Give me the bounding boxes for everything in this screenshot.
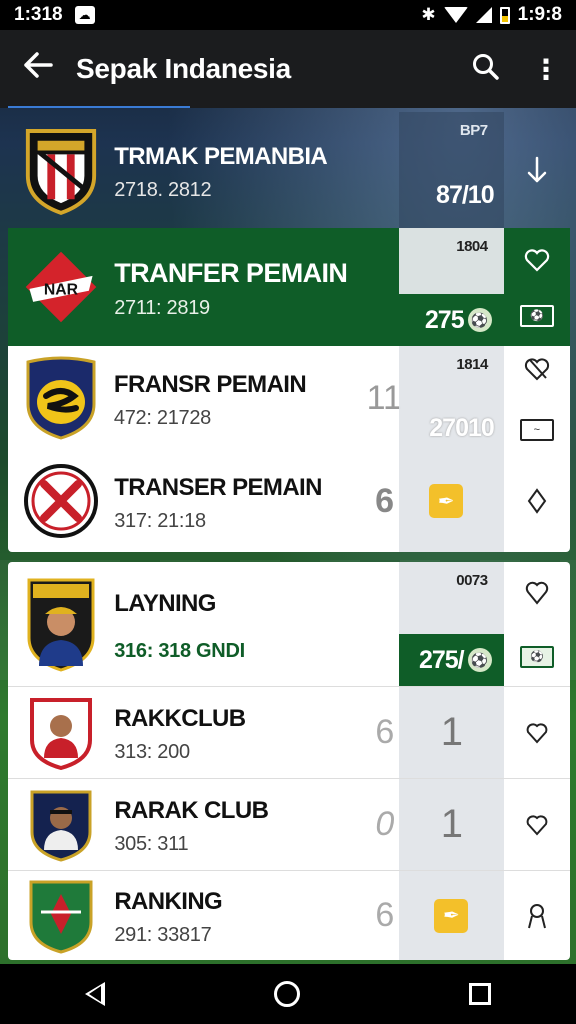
diamond-icon[interactable] xyxy=(504,450,570,552)
row-title: RARAK CLUB xyxy=(114,797,269,824)
row-small-value: 0073 xyxy=(456,572,488,589)
list-card: FRANSR PEMAIN 472: 21728 11 1814 27010 ~ xyxy=(8,346,570,552)
row-title: RAKKCLUB xyxy=(114,705,246,732)
row-rank xyxy=(370,112,398,228)
row-value: 275/ xyxy=(418,645,465,674)
heart-icon[interactable] xyxy=(504,687,570,778)
row-small-value: 1804 xyxy=(456,238,488,255)
row-title: RANKING xyxy=(114,888,223,915)
heart-icon[interactable] xyxy=(524,248,550,279)
row-title: TRANSER PEMAIN xyxy=(114,473,322,501)
status-clock: 1:9:8 xyxy=(517,4,562,25)
row-value: 87/10 xyxy=(436,180,495,209)
row-subtitle: 317: 21:18 xyxy=(114,509,206,532)
list-item[interactable]: LAYNING 316: 318 GNDI 0073 275/ ⚽ ⚽ xyxy=(8,562,570,686)
pitch-icon[interactable]: ⚽ xyxy=(519,304,554,327)
row-rank: 11 xyxy=(366,378,402,417)
row-rank: 0 xyxy=(375,805,395,843)
svg-text:NAR: NAR xyxy=(44,281,79,298)
yellow-card-icon: ✒ xyxy=(429,484,464,518)
list-item[interactable]: NAR TRANFER PEMAIN 2711: 2819 1804 275 ⚽… xyxy=(8,228,570,346)
row-subtitle: 472: 21728 xyxy=(113,406,212,429)
tab-indicator xyxy=(8,106,190,108)
row-title: TRANFER PEMAIN xyxy=(114,258,348,288)
list-item[interactable]: RARAK CLUB 305: 311 0 1 xyxy=(8,778,570,870)
wifi-icon xyxy=(443,7,468,23)
heart-icon[interactable] xyxy=(525,581,549,612)
list-item[interactable]: TRMAK PEMANBIA 2718. 2812 BP7 87/10 xyxy=(8,112,570,228)
row-rank: 6 xyxy=(375,481,394,520)
status-time: 1:318 xyxy=(14,4,63,25)
navigation-bar xyxy=(0,964,576,1024)
row-small-value: BP7 xyxy=(459,122,488,139)
row-subtitle: 291: 33817 xyxy=(114,924,212,946)
row-rank xyxy=(370,228,398,346)
player-badge-icon xyxy=(22,578,100,672)
search-icon[interactable] xyxy=(456,53,516,86)
player-badge-icon xyxy=(22,786,100,864)
app-bar: Sepak Indanesia ⋮ xyxy=(0,30,576,108)
row-value: 27010 xyxy=(429,413,495,442)
row-title: FRANSR PEMAIN xyxy=(113,370,307,398)
club-logo-icon xyxy=(22,877,100,955)
row-rank xyxy=(370,562,398,686)
row-small-value: 1814 xyxy=(456,356,488,373)
soccer-ball-icon: ⚽ xyxy=(467,648,492,672)
row-rank: 6 xyxy=(375,896,395,934)
row-subtitle: 313: 200 xyxy=(114,741,190,763)
row-value: 1 xyxy=(440,710,463,754)
list-item[interactable]: RANKING 291: 33817 6 ✒ xyxy=(8,870,570,960)
row-rank: 6 xyxy=(375,713,395,751)
row-subtitle: 2711: 2819 xyxy=(114,297,210,319)
more-options-icon[interactable]: ⋮ xyxy=(516,53,576,86)
row-subtitle: 305: 311 xyxy=(114,833,189,855)
list-item[interactable]: TRANSER PEMAIN 317: 21:18 6 ✒ xyxy=(8,450,570,552)
row-title: TRMAK PEMANBIA xyxy=(114,142,328,170)
nav-home-icon[interactable] xyxy=(273,981,300,1007)
nav-recent-apps-icon[interactable] xyxy=(469,983,492,1005)
ribbon-icon[interactable] xyxy=(504,871,570,960)
status-bar: 1:318 ☁ ✱ 1:9:8 xyxy=(0,0,576,30)
yellow-card-icon: ✒ xyxy=(434,898,469,933)
list-card: LAYNING 316: 318 GNDI 0073 275/ ⚽ ⚽ RAKK… xyxy=(8,562,570,960)
club-logo-icon xyxy=(22,462,100,540)
list-item[interactable]: RAKKCLUB 313: 200 6 1 xyxy=(8,686,570,778)
value-chip: 275 ⚽ xyxy=(398,294,504,346)
player-badge-icon xyxy=(22,694,100,772)
soccer-ball-icon: ⚽ xyxy=(467,308,492,332)
row-title: LAYNING xyxy=(114,589,216,617)
bluetooth-icon: ✱ xyxy=(421,5,436,24)
nav-back-icon[interactable] xyxy=(84,982,105,1006)
heart-icon[interactable] xyxy=(504,779,570,870)
stats-icon[interactable]: ~ xyxy=(519,418,554,441)
club-logo-icon xyxy=(22,356,100,440)
arrow-down-icon[interactable] xyxy=(504,112,570,228)
notification-icon: ☁ xyxy=(74,6,95,24)
value-chip: 275/ ⚽ xyxy=(398,634,504,686)
row-value: 1 xyxy=(440,802,463,846)
club-logo-icon: NAR xyxy=(22,248,100,326)
row-subtitle: 316: 318 GNDI xyxy=(114,639,245,662)
page-title: Sepak Indanesia xyxy=(76,53,291,84)
pitch-icon[interactable]: ⚽ xyxy=(519,645,554,668)
battery-icon xyxy=(499,6,510,24)
list-item[interactable]: FRANSR PEMAIN 472: 21728 11 1814 27010 ~ xyxy=(8,346,570,450)
club-logo-icon xyxy=(22,129,100,215)
heart-cross-icon[interactable] xyxy=(524,356,550,389)
row-value: 275 xyxy=(424,305,465,334)
signal-icon xyxy=(475,7,492,23)
row-subtitle: 2718. 2812 xyxy=(114,178,212,201)
back-arrow-icon[interactable] xyxy=(0,52,76,86)
